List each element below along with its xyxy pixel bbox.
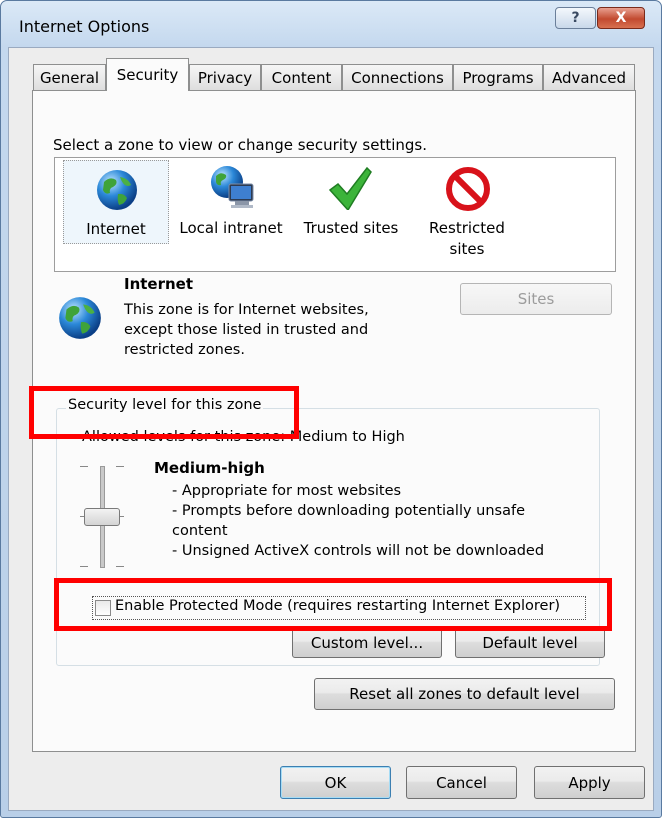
reset-all-zones-button[interactable]: Reset all zones to default level: [314, 678, 615, 710]
tab-advanced[interactable]: Advanced: [543, 64, 635, 90]
sites-button-label: Sites: [517, 290, 555, 308]
slider-thumb[interactable]: [84, 508, 120, 526]
tab-programs[interactable]: Programs: [453, 64, 543, 90]
selected-zone-globe-icon: [59, 297, 101, 339]
tab-label: Programs: [462, 68, 534, 87]
help-icon: ?: [571, 10, 580, 26]
ok-button[interactable]: OK: [280, 766, 391, 799]
close-button[interactable]: X: [597, 7, 645, 29]
zone-item-restricted-sites[interactable]: Restricted sites: [411, 160, 523, 264]
help-button[interactable]: ?: [555, 7, 596, 29]
zone-item-trusted-sites[interactable]: Trusted sites: [295, 160, 407, 242]
zone-label-restricted-line2: sites: [449, 240, 485, 258]
level-point-1: - Appropriate for most websites: [172, 483, 402, 499]
restricted-icon: [446, 167, 490, 211]
tab-general[interactable]: General: [33, 64, 106, 90]
cancel-button[interactable]: Cancel: [406, 766, 517, 799]
tab-privacy[interactable]: Privacy: [189, 64, 261, 90]
zone-label-local-intranet: Local intranet: [179, 219, 283, 237]
selected-zone-desc-line2: except those listed in trusted and: [124, 322, 369, 338]
checkmark-icon: [328, 166, 372, 210]
highlight-box-protected-mode: [54, 578, 612, 631]
default-level-button[interactable]: Default level: [455, 627, 605, 658]
tab-security[interactable]: Security: [106, 58, 189, 91]
title-bar[interactable]: Internet Options ? X: [1, 1, 661, 49]
highlight-box-security-level: [29, 386, 299, 439]
zone-list: Internet Local intranet Trusted sites Re…: [54, 157, 616, 272]
tab-label: Privacy: [197, 68, 253, 87]
close-icon: X: [615, 10, 627, 26]
custom-level-label: Custom level...: [310, 633, 424, 652]
zone-item-internet[interactable]: Internet: [63, 160, 169, 244]
zone-label-trusted-sites: Trusted sites: [303, 219, 399, 237]
sites-button[interactable]: Sites: [460, 283, 612, 315]
selected-zone-name: Internet: [124, 275, 194, 293]
intranet-icon: [211, 166, 254, 208]
globe-icon: [97, 170, 137, 210]
zone-label-restricted: Restricted: [429, 219, 505, 237]
tab-connections[interactable]: Connections: [342, 64, 453, 90]
tab-label: Advanced: [551, 68, 627, 87]
apply-button[interactable]: Apply: [534, 766, 645, 799]
custom-level-button[interactable]: Custom level...: [292, 627, 442, 658]
tab-label: Security: [116, 66, 179, 84]
cancel-label: Cancel: [436, 773, 487, 792]
ok-label: OK: [324, 773, 347, 792]
security-level-name: Medium-high: [154, 459, 265, 477]
tab-label: Content: [271, 68, 332, 87]
level-point-2-cont: content: [172, 523, 228, 539]
security-level-slider[interactable]: [78, 462, 128, 572]
tab-label: Connections: [351, 68, 444, 87]
zone-label-internet: Internet: [86, 220, 146, 238]
tab-label: General: [39, 68, 100, 87]
selected-zone-desc-line1: This zone is for Internet websites,: [124, 302, 369, 318]
level-point-3: - Unsigned ActiveX controls will not be …: [172, 543, 545, 559]
level-point-2: - Prompts before downloading potentially…: [172, 503, 526, 519]
zone-item-local-intranet[interactable]: Local intranet: [175, 160, 287, 242]
zone-instruction: Select a zone to view or change security…: [53, 136, 428, 154]
tab-content[interactable]: Content: [261, 64, 342, 90]
selected-zone-desc-line3: restricted zones.: [124, 342, 245, 358]
default-level-label: Default level: [482, 633, 578, 652]
apply-label: Apply: [568, 773, 611, 792]
window-title: Internet Options: [19, 17, 150, 36]
reset-all-zones-label: Reset all zones to default level: [349, 685, 580, 703]
